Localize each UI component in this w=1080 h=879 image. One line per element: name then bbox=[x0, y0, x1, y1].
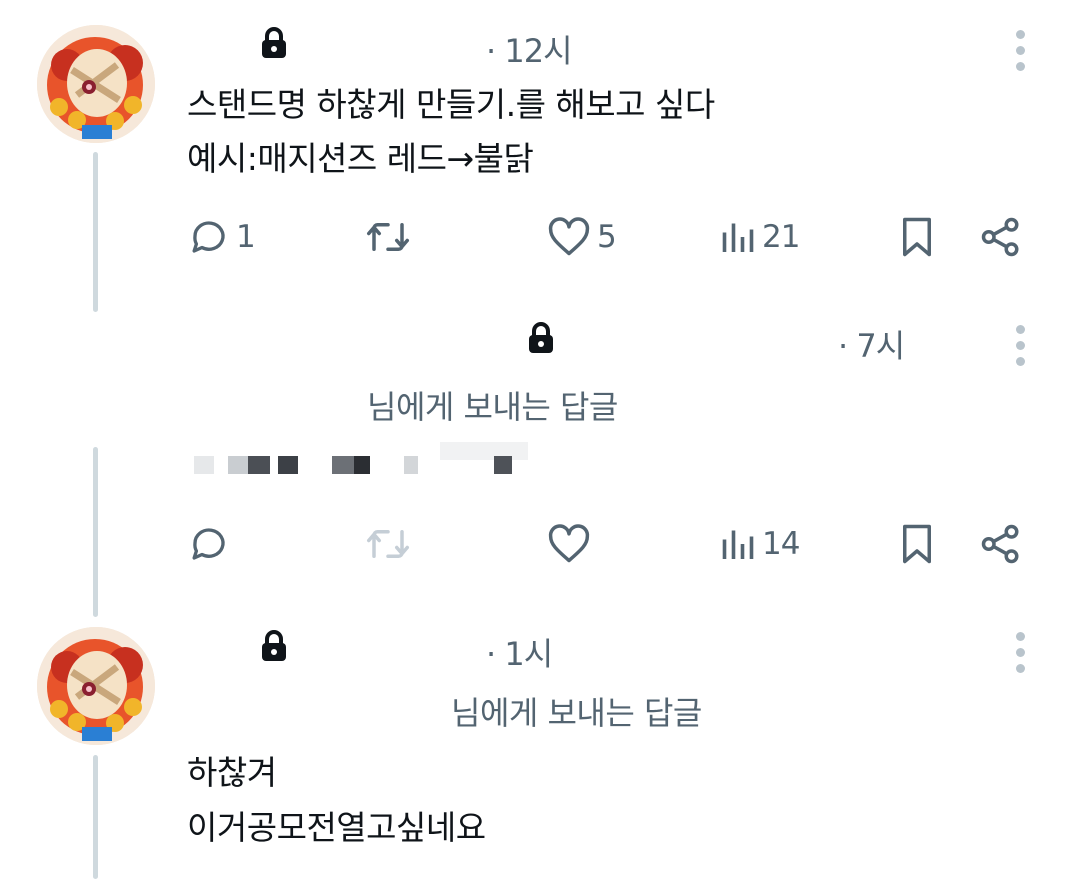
views-button[interactable]: 14 bbox=[720, 522, 800, 566]
view-count: 21 bbox=[762, 219, 800, 255]
bookmark-icon bbox=[903, 524, 931, 564]
avatar-image bbox=[37, 25, 155, 143]
share-icon bbox=[981, 524, 1019, 564]
more-icon[interactable] bbox=[1013, 632, 1027, 676]
repost-icon bbox=[367, 223, 409, 251]
avatar[interactable] bbox=[37, 25, 155, 143]
thread-line bbox=[93, 755, 98, 879]
post-time[interactable]: · 12시 bbox=[486, 26, 573, 72]
share-button[interactable] bbox=[980, 215, 1022, 259]
post-text-line: 예시:매지션즈 레드→불닭 bbox=[187, 139, 534, 178]
thread-line bbox=[93, 152, 98, 312]
thread-line bbox=[93, 447, 98, 617]
avatar-image bbox=[37, 627, 155, 745]
share-button[interactable] bbox=[980, 522, 1022, 566]
like-icon bbox=[548, 524, 590, 563]
reply-button[interactable] bbox=[188, 522, 230, 566]
reply-icon bbox=[192, 528, 225, 560]
like-button[interactable]: 5 bbox=[547, 215, 617, 259]
share-icon bbox=[981, 217, 1019, 257]
post-text-line: 이거공모전열고싶네요 bbox=[187, 808, 486, 847]
redacted-content bbox=[190, 438, 530, 478]
views-icon bbox=[722, 530, 754, 559]
reply-button[interactable]: 1 bbox=[188, 215, 256, 259]
views-button[interactable]: 21 bbox=[720, 215, 800, 259]
like-button[interactable] bbox=[547, 522, 591, 566]
repost-button bbox=[365, 522, 411, 566]
more-icon[interactable] bbox=[1013, 30, 1027, 74]
post-text-line: 하찮겨 bbox=[187, 753, 277, 792]
lock-icon bbox=[260, 27, 288, 59]
post-text-line: 스탠드명 하찮게 만들기.를 해보고 싶다 bbox=[187, 85, 715, 124]
avatar[interactable] bbox=[37, 627, 155, 745]
bookmark-button[interactable] bbox=[899, 522, 935, 566]
post-time[interactable]: · 1시 bbox=[486, 629, 553, 675]
reply-icon bbox=[192, 221, 225, 253]
reply-count: 1 bbox=[236, 219, 256, 255]
view-count: 14 bbox=[762, 526, 800, 562]
lock-icon bbox=[527, 322, 555, 354]
repost-button[interactable] bbox=[365, 215, 411, 259]
bookmark-button[interactable] bbox=[899, 215, 935, 259]
reply-to-label: 님에게 보내는 답글 bbox=[451, 694, 702, 732]
lock-icon bbox=[260, 630, 288, 662]
post-time[interactable]: · 7시 bbox=[838, 321, 905, 367]
views-icon bbox=[722, 223, 754, 252]
repost-icon bbox=[367, 530, 409, 558]
more-icon[interactable] bbox=[1013, 325, 1027, 369]
reply-to-label: 님에게 보내는 답글 bbox=[367, 388, 618, 426]
bookmark-icon bbox=[903, 217, 931, 257]
like-count: 5 bbox=[597, 219, 617, 255]
like-icon bbox=[548, 217, 590, 256]
